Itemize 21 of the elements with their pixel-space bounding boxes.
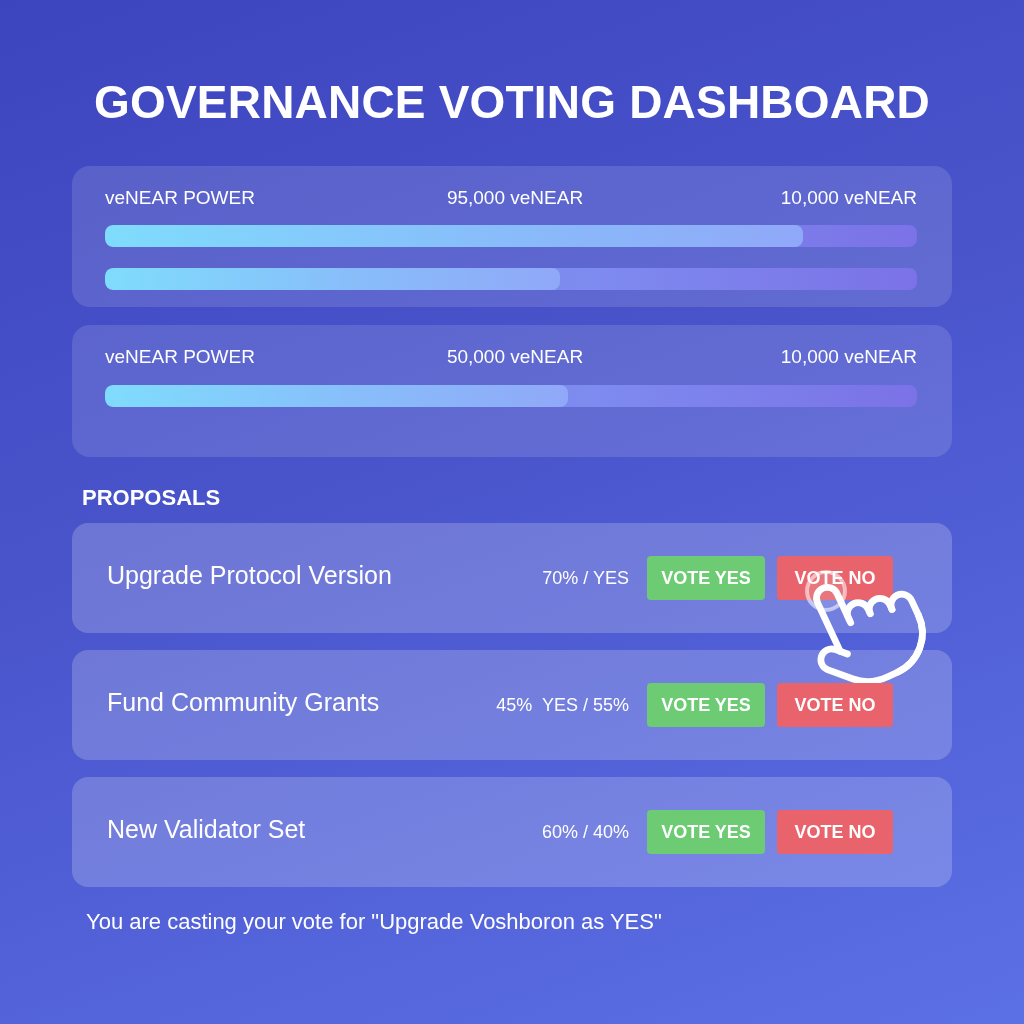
vote-no-button[interactable]: VOTE NO [777, 556, 893, 600]
proposal-title: Upgrade Protocol Version [107, 560, 393, 590]
vote-yes-button[interactable]: VOTE YES [647, 556, 765, 600]
vote-yes-button[interactable]: VOTE YES [647, 810, 765, 854]
vote-result: 60% / 40% [541, 821, 629, 843]
power-label: veNEAR POWER [105, 346, 255, 368]
power-label: veNEAR POWER [105, 187, 255, 209]
power-amount: 50,000 veNEAR [445, 346, 584, 368]
vote-no-button[interactable]: VOTE NO [777, 810, 893, 854]
vote-result: 45% YES / 55% [496, 694, 629, 716]
vote-result: 70% / YES [542, 567, 629, 589]
section-heading: PROPOSALS [82, 485, 222, 511]
vote-confirmation-text: You are casting your vote for "Upgrade Voshboron as YES" [86, 909, 663, 935]
power-amount: 10,000 veNEAR [780, 346, 917, 368]
power-amount: 95,000 veNEAR [445, 187, 584, 209]
power-amount: 10,000 veNEAR [780, 187, 917, 209]
vote-no-button[interactable]: VOTE NO [777, 683, 893, 727]
dashboard-title: GOVERNANCE VOTING DASHBOARD [93, 75, 931, 130]
proposal-title: New Validator Set [107, 814, 307, 844]
vote-yes-button[interactable]: VOTE YES [647, 683, 765, 727]
proposal-title: Fund Community Grants [107, 687, 381, 717]
